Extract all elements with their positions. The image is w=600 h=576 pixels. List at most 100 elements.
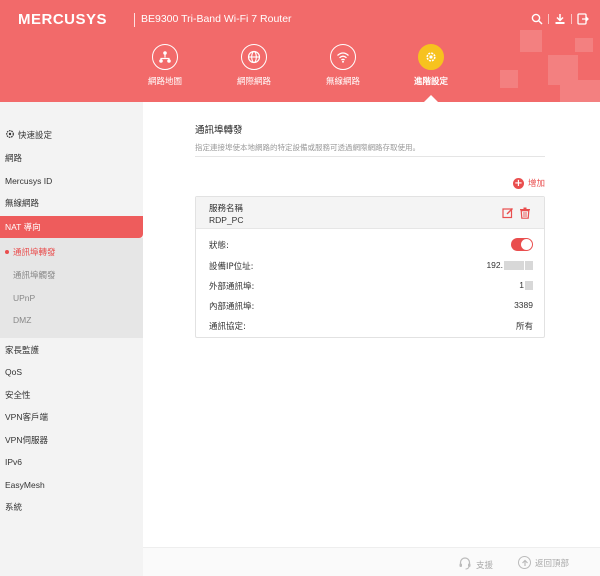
active-dot bbox=[5, 250, 9, 254]
external-port-label: 外部通訊埠: bbox=[209, 282, 255, 292]
back-to-top-label: 返回頂部 bbox=[535, 558, 570, 569]
header-actions bbox=[530, 12, 590, 26]
support-link[interactable]: 支援 bbox=[458, 556, 493, 573]
internal-port-row: 內部通訊埠: 3389 bbox=[209, 300, 533, 314]
redacted-block bbox=[525, 281, 533, 291]
port-forwarding-rule-card: 服務名稱 RDP_PC 狀態: 設備IP位址: 192. 外部通訊埠: 1 內部… bbox=[195, 196, 545, 338]
sidebar-item-label: 快速設定 bbox=[18, 130, 53, 140]
device-ip-value: 192. bbox=[486, 260, 533, 271]
sidebar-item-label: VPN伺服器 bbox=[5, 435, 48, 445]
submenu-item-label: UPnP bbox=[13, 293, 36, 303]
external-port-text: 1 bbox=[519, 280, 524, 290]
sidebar-item-label: QoS bbox=[5, 367, 23, 377]
router-model: BE9300 Tri-Band Wi-Fi 7 Router bbox=[141, 13, 292, 25]
sidebar-item-label: Mercusys ID bbox=[5, 176, 53, 186]
sidebar-item-mercusys-id[interactable]: Mercusys ID bbox=[0, 171, 143, 191]
footer: 支援 返回頂部 bbox=[143, 547, 600, 576]
logout-icon[interactable] bbox=[576, 12, 590, 26]
service-name-value: RDP_PC bbox=[209, 215, 244, 225]
delete-icon[interactable] bbox=[519, 207, 531, 219]
nav-wireless[interactable]: 無線網路 bbox=[308, 44, 378, 87]
internal-port-value: 3389 bbox=[514, 300, 533, 310]
header-bar: MERCUSYS BE9300 Tri-Band Wi-Fi 7 Router … bbox=[0, 0, 600, 102]
nav-label: 無線網路 bbox=[325, 77, 360, 87]
internal-port-label: 內部通訊埠: bbox=[209, 302, 255, 312]
support-label: 支援 bbox=[476, 560, 494, 571]
sidebar-item-label: 網路 bbox=[5, 153, 23, 163]
sidebar-item-vpn-client[interactable]: VPN客戶端 bbox=[0, 407, 143, 427]
status-toggle[interactable] bbox=[511, 238, 533, 251]
card-header: 服務名稱 RDP_PC bbox=[196, 197, 544, 229]
sidebar-item-label: IPv6 bbox=[5, 457, 23, 467]
download-icon[interactable] bbox=[553, 12, 567, 26]
add-rule-button[interactable]: + 增加 bbox=[512, 177, 545, 189]
nav-label: 網際網路 bbox=[236, 77, 271, 87]
protocol-label: 通訊協定: bbox=[209, 322, 246, 332]
network-map-icon bbox=[152, 44, 178, 70]
toggle-knob bbox=[521, 239, 532, 250]
headset-icon bbox=[458, 556, 472, 573]
submenu-item-label: 通訊埠觸發 bbox=[13, 270, 56, 280]
sidebar-item-system[interactable]: 系統 bbox=[0, 497, 143, 517]
service-name-label: 服務名稱 bbox=[209, 204, 244, 214]
wifi-icon bbox=[330, 44, 356, 70]
sidebar-item-parental-controls[interactable]: 家長監護 bbox=[0, 340, 143, 360]
icon-separator bbox=[548, 14, 549, 24]
sidebar-item-security[interactable]: 安全性 bbox=[0, 385, 143, 405]
arrow-up-icon bbox=[518, 556, 531, 569]
active-nav-caret bbox=[424, 95, 438, 102]
search-icon[interactable] bbox=[530, 12, 544, 26]
device-ip-row: 設備IP位址: 192. bbox=[209, 260, 533, 274]
submenu-item-port-forwarding[interactable]: 通訊埠轉發 bbox=[0, 242, 143, 262]
sidebar: 快速設定 網路 Mercusys ID 無線網路 NAT 導向 通訊埠轉發 通訊… bbox=[0, 102, 143, 576]
submenu-item-port-triggering[interactable]: 通訊埠觸發 bbox=[0, 265, 143, 285]
device-ip-label: 設備IP位址: bbox=[209, 262, 254, 272]
nav-internet[interactable]: 網際網路 bbox=[219, 44, 289, 87]
sidebar-item-label: 無線網路 bbox=[5, 198, 40, 208]
back-to-top-link[interactable]: 返回頂部 bbox=[518, 556, 569, 569]
gear-icon bbox=[418, 44, 444, 70]
redacted-block bbox=[525, 261, 533, 271]
sidebar-item-quick-setup[interactable]: 快速設定 bbox=[0, 125, 143, 145]
sidebar-item-label: EasyMesh bbox=[5, 480, 45, 490]
sidebar-item-label: 系統 bbox=[5, 502, 23, 512]
gear-icon bbox=[5, 126, 15, 146]
external-port-row: 外部通訊埠: 1 bbox=[209, 280, 533, 294]
brand-logo: MERCUSYS bbox=[18, 11, 108, 28]
status-row: 狀態: bbox=[209, 238, 533, 253]
device-ip-text: 192. bbox=[486, 260, 503, 270]
main-content: 通訊埠轉發 指定連接埠使本地網路的特定設備或服務可透過網際網路存取使用。 + 增… bbox=[143, 102, 600, 547]
status-label: 狀態: bbox=[209, 241, 229, 251]
submenu-item-label: DMZ bbox=[13, 315, 32, 325]
sidebar-item-label: 家長監護 bbox=[5, 345, 40, 355]
redacted-block bbox=[504, 261, 524, 271]
globe-icon bbox=[241, 44, 267, 70]
external-port-value: 1 bbox=[519, 280, 533, 291]
divider bbox=[195, 156, 545, 157]
sidebar-item-wireless[interactable]: 無線網路 bbox=[0, 193, 143, 213]
sidebar-item-easymesh[interactable]: EasyMesh bbox=[0, 475, 143, 495]
main-nav: 網路地圖 網際網路 無線網路 進階設定 bbox=[0, 44, 600, 102]
icon-separator bbox=[571, 14, 572, 24]
nat-submenu: 通訊埠轉發 通訊埠觸發 UPnP DMZ bbox=[0, 238, 143, 338]
sidebar-item-vpn-server[interactable]: VPN伺服器 bbox=[0, 430, 143, 450]
sidebar-item-nat[interactable]: NAT 導向 bbox=[0, 216, 143, 238]
sidebar-item-label: VPN客戶端 bbox=[5, 412, 48, 422]
nav-label: 網路地圖 bbox=[147, 77, 182, 87]
nav-network-map[interactable]: 網路地圖 bbox=[130, 44, 200, 87]
sidebar-item-qos[interactable]: QoS bbox=[0, 362, 143, 382]
submenu-item-dmz[interactable]: DMZ bbox=[0, 310, 143, 330]
sidebar-item-label: NAT 導向 bbox=[5, 222, 41, 232]
protocol-value: 所有 bbox=[515, 321, 533, 331]
submenu-item-label: 通訊埠轉發 bbox=[13, 247, 56, 257]
nav-advanced[interactable]: 進階設定 bbox=[396, 44, 466, 87]
submenu-item-upnp[interactable]: UPnP bbox=[0, 288, 143, 308]
header-divider bbox=[134, 13, 135, 27]
edit-icon[interactable] bbox=[502, 207, 514, 219]
page-title: 通訊埠轉發 bbox=[195, 125, 243, 136]
sidebar-item-network[interactable]: 網路 bbox=[0, 148, 143, 168]
sidebar-item-ipv6[interactable]: IPv6 bbox=[0, 452, 143, 472]
page-description: 指定連接埠使本地網路的特定設備或服務可透過網際網路存取使用。 bbox=[195, 143, 420, 152]
protocol-row: 通訊協定: 所有 bbox=[209, 320, 533, 334]
plus-icon: + bbox=[512, 177, 524, 189]
